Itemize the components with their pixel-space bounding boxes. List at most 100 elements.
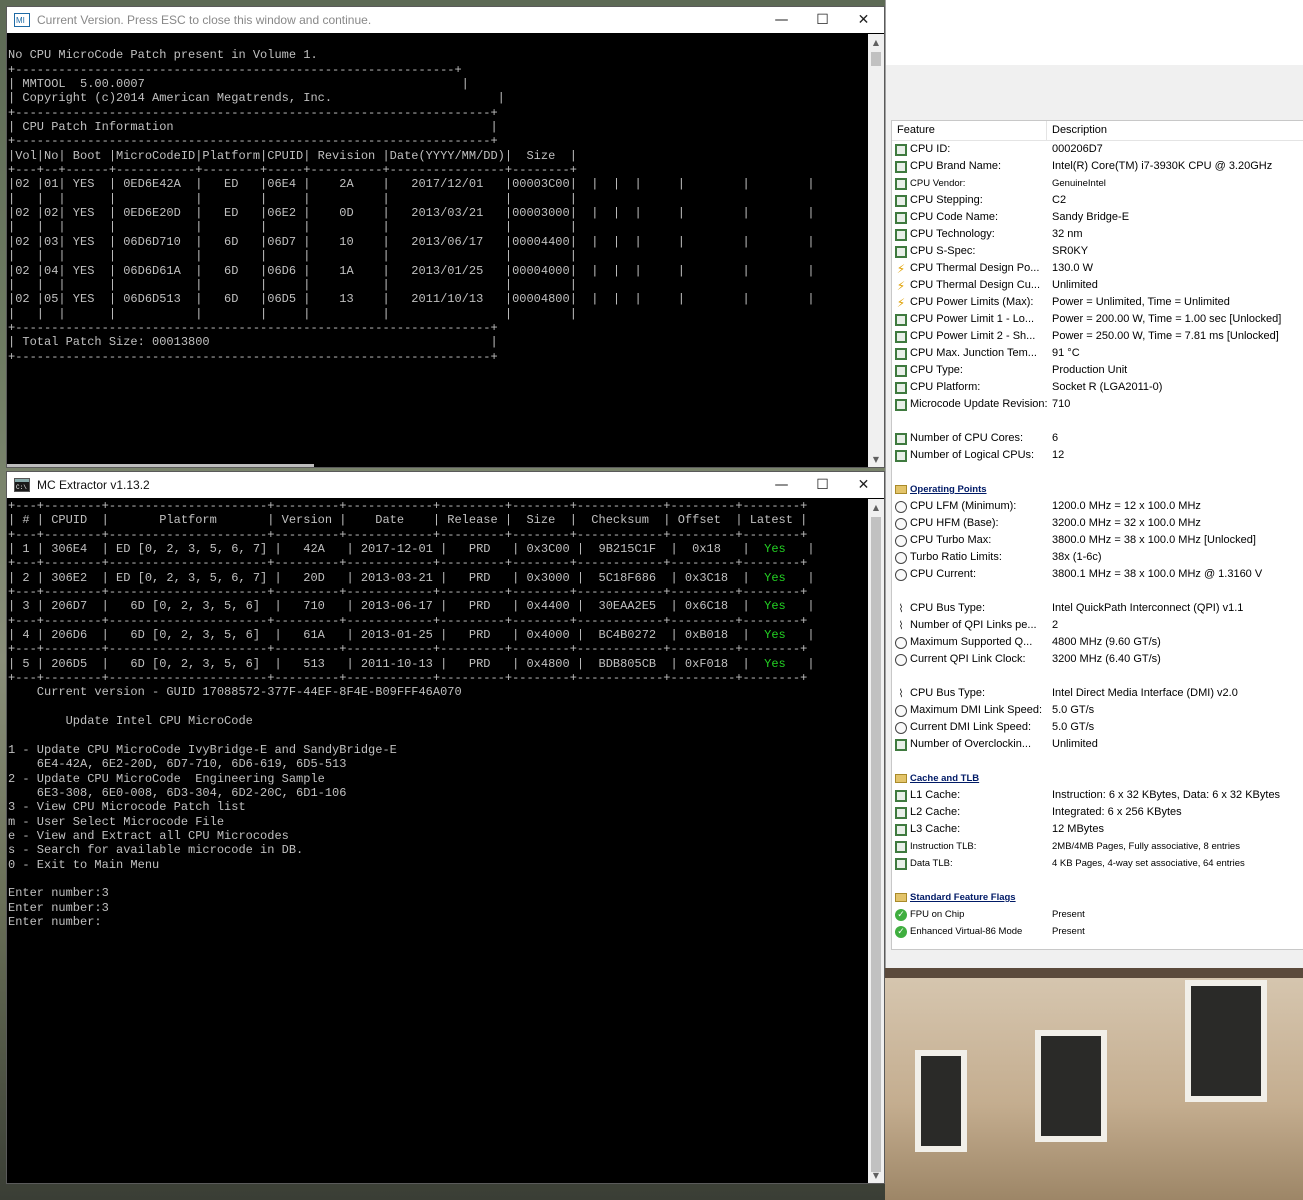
feature-value-cell (1052, 889, 1303, 906)
feature-label: CPU Vendor: (910, 178, 966, 189)
chip-icon (895, 840, 907, 853)
feature-row[interactable]: Maximum DMI Link Speed: 5.0 GT/s (892, 702, 1303, 719)
close-button[interactable]: ✕ (843, 7, 884, 33)
feature-row[interactable]: Number of Overclockin... Unlimited (892, 736, 1303, 753)
feature-row[interactable]: Current QPI Link Clock: 3200 MHz (6.40 GT… (892, 651, 1303, 668)
feature-row[interactable]: ✓ Enhanced Virtual-86 Mode Present (892, 923, 1303, 940)
vertical-scrollbar[interactable]: ▲ ▼ (868, 34, 884, 467)
mmtool-console-output[interactable]: No CPU MicroCode Patch present in Volume… (7, 34, 868, 464)
mc-extractor-console-output[interactable]: +---+--------+----------------------+---… (7, 499, 868, 1183)
feature-row[interactable]: Current DMI Link Speed: 5.0 GT/s (892, 719, 1303, 736)
feature-row[interactable]: CPU Power Limit 1 - Lo... Power = 200.00 … (892, 311, 1303, 328)
feature-label: CPU LFM (Minimum): (910, 500, 1017, 512)
row-fields: | 5 | 206D5 | 6D [0, 2, 3, 5, 6] | 513 |… (8, 656, 765, 671)
feature-row[interactable]: CPU Max. Junction Tem... 91 °C (892, 345, 1303, 362)
feature-name-cell: L2 Cache: (892, 804, 1052, 821)
feature-row[interactable]: CPU Code Name: Sandy Bridge-E (892, 209, 1303, 226)
feature-name-cell: CPU Current: (892, 566, 1052, 583)
feature-row[interactable]: CPU Stepping: C2 (892, 192, 1303, 209)
feature-row[interactable]: CPU Technology: 32 nm (892, 226, 1303, 243)
feature-name-cell: Number of Logical CPUs: (892, 447, 1052, 464)
scroll-down-icon[interactable]: ▼ (868, 1167, 884, 1183)
close-button[interactable]: ✕ (843, 472, 884, 498)
feature-row[interactable]: Data TLB: 4 KB Pages, 4-way set associati… (892, 855, 1303, 872)
mmtool-console-text: No CPU MicroCode Patch present in Volume… (7, 34, 868, 364)
feature-name-cell: ⚡ CPU Thermal Design Cu... (892, 277, 1052, 294)
feature-section-header[interactable]: Standard Feature Flags (892, 889, 1303, 906)
feature-value-cell: Present (1052, 909, 1085, 920)
scrollbar-thumb[interactable] (871, 517, 881, 1172)
minimize-button[interactable]: — (761, 472, 802, 498)
scroll-up-icon[interactable]: ▲ (868, 34, 884, 50)
feature-row[interactable]: ⌇ Number of QPI Links pe... 2 (892, 617, 1303, 634)
feature-row[interactable]: CPU Power Limit 2 - Sh... Power = 250.00 … (892, 328, 1303, 345)
feature-value-cell: Present (1052, 926, 1085, 937)
feature-value-cell: Production Unit (1052, 364, 1128, 376)
column-description-header[interactable]: Description (1047, 121, 1107, 140)
feature-label: CPU ID: (910, 143, 951, 155)
feature-row[interactable]: Instruction TLB: 2MB/4MB Pages, Fully ass… (892, 838, 1303, 855)
feature-row[interactable]: Microcode Update Revision: 710 (892, 396, 1303, 413)
feature-label: CPU Turbo Max: (910, 534, 992, 546)
feature-name-cell: Instruction TLB: (892, 838, 1052, 855)
feature-row[interactable]: Number of CPU Cores: 6 (892, 430, 1303, 447)
feature-list[interactable]: Feature Description CPU ID: 000206D7 CPU B… (891, 120, 1303, 950)
maximize-button[interactable]: ☐ (802, 472, 843, 498)
feature-row[interactable]: CPU ID: 000206D7 (892, 141, 1303, 158)
feature-value-cell: C2 (1052, 194, 1067, 206)
row-end: | (785, 628, 815, 643)
feature-row[interactable]: CPU Brand Name: Intel(R) Core(TM) i7-3930… (892, 158, 1303, 175)
row-fields: | 2 | 306E2 | ED [0, 2, 3, 5, 6, 7] | 20… (8, 570, 765, 585)
feature-name-cell: ⌇ Number of QPI Links pe... (892, 617, 1052, 634)
horizontal-scrollbar-thumb[interactable] (7, 464, 314, 467)
maximize-button[interactable]: ☐ (802, 7, 843, 33)
feature-label: Maximum Supported Q... (910, 636, 1033, 648)
feature-row[interactable]: ⚡ CPU Thermal Design Po... 130.0 W (892, 260, 1303, 277)
scroll-up-icon[interactable]: ▲ (868, 499, 884, 515)
feature-row[interactable]: L2 Cache: Integrated: 6 x 256 KBytes (892, 804, 1303, 821)
feature-row[interactable]: Maximum Supported Q... 4800 MHz (9.60 GT/… (892, 634, 1303, 651)
feature-row[interactable]: CPU Turbo Max: 3800.0 MHz = 38 x 100.0 MH… (892, 532, 1303, 549)
feature-row[interactable]: CPU HFM (Base): 3200.0 MHz = 32 x 100.0 M… (892, 515, 1303, 532)
feature-section-header[interactable]: Cache and TLB (892, 770, 1303, 787)
console-line: | | | | | | | | | | (8, 220, 577, 235)
feature-row[interactable]: CPU Platform: Socket R (LGA2011-0) (892, 379, 1303, 396)
scroll-down-icon[interactable]: ▼ (868, 451, 884, 467)
feature-name-cell: CPU HFM (Base): (892, 515, 1052, 532)
feature-row[interactable]: CPU S-Spec: SR0KY (892, 243, 1303, 260)
vertical-scrollbar[interactable]: ▲ ▼ (868, 499, 884, 1183)
feature-row[interactable]: L1 Cache: Instruction: 6 x 32 KBytes, Dat… (892, 787, 1303, 804)
feature-row[interactable]: ⚡ CPU Thermal Design Cu... Unlimited (892, 277, 1303, 294)
feature-value-cell: 5.0 GT/s (1052, 704, 1095, 716)
scrollbar-thumb[interactable] (871, 52, 881, 66)
feature-row[interactable]: ⚡ CPU Power Limits (Max): Power = Unlimite… (892, 294, 1303, 311)
feature-row[interactable]: L3 Cache: 12 MBytes (892, 821, 1303, 838)
feature-label: L2 Cache: (910, 806, 961, 818)
row-end: | (785, 599, 815, 614)
column-feature-header[interactable]: Feature (892, 121, 1047, 140)
feature-row[interactable]: CPU Type: Production Unit (892, 362, 1303, 379)
minimize-button[interactable]: — (761, 7, 802, 33)
feature-value-cell: 4 KB Pages, 4-way set associative, 64 en… (1052, 858, 1245, 869)
console-line: |02 |03| YES | 06D6D710 | 6D |06D7 | 10 … (8, 234, 815, 249)
feature-row[interactable]: Turbo Ratio Limits: 38x (1-6c) (892, 549, 1303, 566)
feature-value-cell: Intel(R) Core(TM) i7-3930K CPU @ 3.20GHz (1052, 160, 1273, 172)
console-line: +---------------------------------------… (8, 105, 498, 120)
feature-row[interactable]: ✓ FPU on Chip Present (892, 906, 1303, 923)
feature-row[interactable]: CPU Current: 3800.1 MHz = 38 x 100.0 MHz … (892, 566, 1303, 583)
console-line: 3 - View CPU Microcode Patch list (8, 800, 246, 815)
console-line: +---+--------+----------------------+---… (8, 556, 808, 571)
gauge-icon (895, 704, 907, 717)
svg-text:MI: MI (16, 16, 25, 25)
feature-row[interactable]: CPU Vendor: GenuineIntel (892, 175, 1303, 192)
feature-section-header[interactable]: Operating Points (892, 481, 1303, 498)
feature-name-cell: CPU Brand Name: (892, 158, 1052, 175)
feature-row[interactable]: ⌇ CPU Bus Type: Intel Direct Media Interfa… (892, 685, 1303, 702)
feature-row[interactable]: Number of Logical CPUs: 12 (892, 447, 1303, 464)
mmtool-titlebar[interactable]: MI Current Version. Press ESC to close t… (7, 7, 884, 33)
feature-label: CPU Code Name: (910, 211, 999, 223)
feature-row[interactable]: ⌇ CPU Bus Type: Intel QuickPath Interconne… (892, 600, 1303, 617)
gauge-icon (895, 653, 907, 666)
mc-extractor-titlebar[interactable]: C:\ MC Extractor v1.13.2 — ☐ ✕ (7, 472, 884, 498)
feature-row[interactable]: CPU LFM (Minimum): 1200.0 MHz = 12 x 100.… (892, 498, 1303, 515)
